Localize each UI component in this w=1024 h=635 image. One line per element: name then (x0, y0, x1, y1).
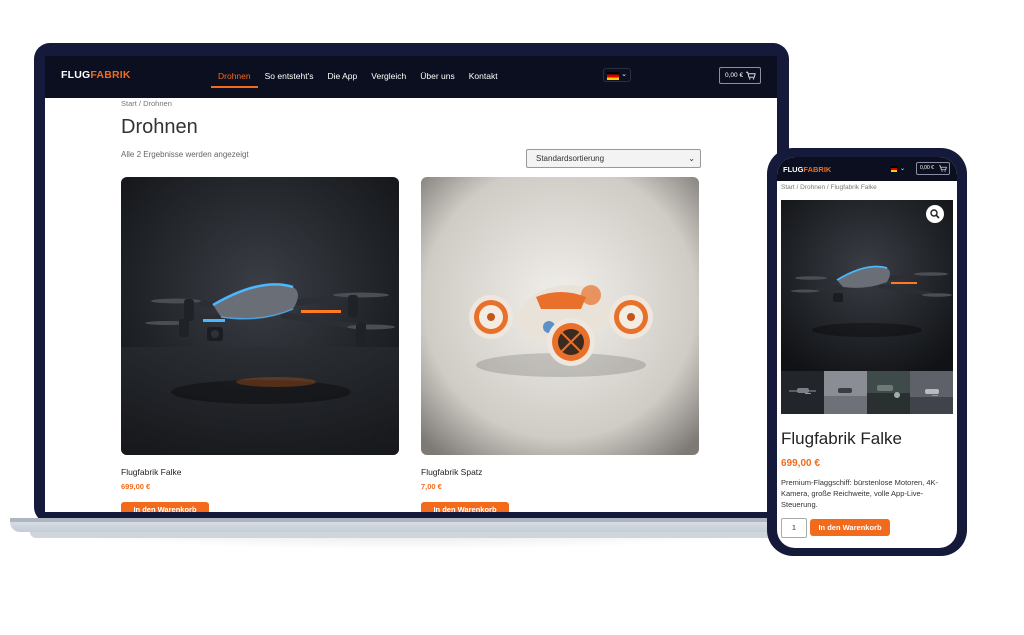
thumbnail-1[interactable] (781, 371, 824, 414)
thumbnail-3[interactable] (867, 371, 910, 414)
product-name-spatz[interactable]: Flugfabrik Spatz (421, 467, 482, 477)
mobile-language-switcher[interactable]: ⌄ (889, 163, 909, 175)
logo-main-text: FLUG (61, 69, 91, 81)
zoom-button[interactable] (926, 205, 944, 223)
nav-item-vergleich[interactable]: Vergleich (364, 70, 413, 88)
nav-item-so-entstehts[interactable]: So entsteht's (258, 70, 321, 88)
nav-item-kontakt[interactable]: Kontakt (462, 70, 505, 88)
cart-icon (939, 165, 947, 172)
chevron-down-icon: ⌄ (688, 154, 695, 163)
site-logo[interactable]: FLUGFABRIK (61, 69, 131, 81)
thumbnail-4[interactable] (910, 371, 953, 414)
breadcrumb[interactable]: Start / Drohnen (121, 99, 172, 108)
mobile-screen: FLUGFABRIK ⌄ 0,00 € Start / Drohnen / Fl… (777, 157, 957, 548)
chevron-down-icon: ⌄ (900, 166, 906, 172)
cart-icon (746, 71, 756, 80)
language-switcher[interactable]: ⌄ (603, 68, 631, 82)
nav-item-drohnen[interactable]: Drohnen (211, 70, 258, 88)
main-nav: Drohnen So entsteht's Die App Vergleich … (211, 70, 505, 88)
add-to-cart-button-falke[interactable]: In den Warenkorb (121, 502, 209, 512)
desktop-screen: FLUGFABRIK Drohnen So entsteht's Die App… (45, 56, 777, 512)
mobile-add-to-cart-button[interactable]: In den Warenkorb (810, 519, 890, 536)
mobile-product-description: Premium-Flaggschiff: bürstenlose Motoren… (781, 478, 939, 509)
sort-select[interactable]: Standardsortierung ⌄ (526, 149, 701, 168)
mobile-product-price: 699,00 € (781, 458, 820, 469)
logo-accent-text: FABRIK (90, 69, 131, 81)
thumbnail-strip (781, 371, 953, 414)
germany-flag-icon (607, 72, 619, 80)
mobile-cart-button[interactable]: 0,00 € (916, 162, 950, 175)
mobile-product-title: Flugfabrik Falke (781, 429, 902, 448)
cart-button[interactable]: 0,00 € (719, 67, 761, 84)
magnifier-icon (930, 209, 940, 219)
product-image-falke[interactable] (121, 177, 399, 455)
product-price-falke: 699,00 € (121, 482, 151, 491)
quantity-input[interactable]: 1 (781, 518, 807, 538)
add-to-cart-button-spatz[interactable]: In den Warenkorb (421, 502, 509, 512)
product-name-falke[interactable]: Flugfabrik Falke (121, 467, 181, 477)
cart-total: 0,00 € (725, 72, 744, 79)
result-count: Alle 2 Ergebnisse werden angezeigt (121, 150, 249, 159)
mobile-header: FLUGFABRIK ⌄ 0,00 € (777, 157, 957, 181)
chevron-down-icon: ⌄ (621, 71, 627, 78)
thumbnail-2[interactable] (824, 371, 867, 414)
mobile-breadcrumb[interactable]: Start / Drohnen / Flugfabrik Falke (781, 184, 877, 191)
logo-main-text: FLUG (783, 165, 804, 174)
mobile-product-image[interactable] (781, 200, 953, 371)
logo-accent-text: FABRIK (803, 165, 832, 174)
mobile-cart-total: 0,00 € (920, 165, 934, 171)
nav-item-die-app[interactable]: Die App (320, 70, 364, 88)
page-title: Drohnen (121, 116, 198, 138)
laptop-base-lip (10, 518, 810, 522)
product-price-spatz: 7,00 € (421, 482, 442, 491)
germany-flag-icon (891, 166, 897, 172)
desktop-header: FLUGFABRIK Drohnen So entsteht's Die App… (45, 56, 777, 98)
mobile-site-logo[interactable]: FLUGFABRIK (783, 165, 831, 174)
nav-item-ueber-uns[interactable]: Über uns (413, 70, 462, 88)
laptop-base-foot (30, 532, 790, 538)
product-image-spatz[interactable] (421, 177, 699, 455)
sort-selected-label: Standardsortierung (536, 154, 605, 163)
